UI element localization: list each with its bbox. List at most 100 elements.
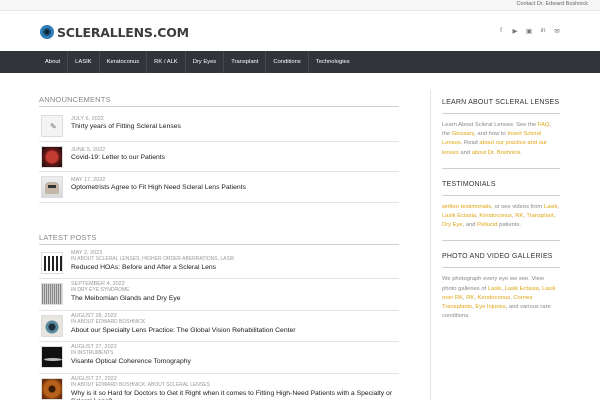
post-date: MAY 17, 2022 <box>71 177 106 183</box>
learn-widget: LEARN ABOUT SCLERAL LENSES Learn About S… <box>442 98 560 169</box>
transplant-video-link[interactable]: Transplant <box>526 213 553 219</box>
faq-link[interactable]: FAQ <box>538 122 550 128</box>
list-item[interactable]: AUGUST 27, 2022 IN ABOUT EDWARD BOSHNICK… <box>39 374 399 400</box>
widget-text-part: Learn About Scleral Lenses: See the <box>442 122 537 128</box>
widget-text-part: and <box>460 149 471 156</box>
linkedin-icon[interactable]: in <box>540 27 546 35</box>
widget-text-part: , and <box>462 222 476 229</box>
nav-item-keratoconus[interactable]: Keratoconus <box>100 51 148 73</box>
logo-text: SCLERALLENS.COM <box>57 24 189 40</box>
post-thumbnail[interactable] <box>41 176 63 198</box>
widget-text-part: patients. <box>499 222 522 229</box>
widget-text-part: , and how to <box>474 131 506 138</box>
nav-item-dry-eyes[interactable]: Dry Eyes <box>186 51 225 73</box>
site-header: SCLERALLENS.COM f ▶ ▣ in ✉ <box>0 11 600 51</box>
post-title-link[interactable]: The Meibomian Glands and Dry Eye <box>71 295 181 304</box>
contact-link[interactable]: Contact Dr. Edward Boshnick <box>516 1 588 7</box>
pencil-icon: ✎ <box>41 115 63 137</box>
post-title-link[interactable]: About our Specialty Lens Practice: The G… <box>71 327 296 336</box>
post-title-link[interactable]: Why is it so Hard for Doctors to Get it … <box>71 390 401 400</box>
widget-text-part: , <box>472 304 474 311</box>
post-thumbnail[interactable] <box>41 377 63 400</box>
post-categories[interactable]: IN DRY EYE SYNDROME <box>71 287 129 293</box>
testimonials-widget: TESTIMONIALS written testimonials, or se… <box>442 180 560 242</box>
widget-title: LEARN ABOUT SCLERAL LENSES <box>442 98 560 114</box>
nav-item-conditions[interactable]: Conditions <box>266 51 309 73</box>
post-title-link[interactable]: Reduced HOAs: Before and After a Scleral… <box>71 264 216 273</box>
twitter-icon[interactable]: ✉ <box>554 27 560 35</box>
post-title-link[interactable]: Optometrists Agree to Fit High Need Scle… <box>71 184 246 191</box>
widget-text-part: , <box>523 213 525 220</box>
lasik-video-link[interactable]: Lasik <box>544 204 558 210</box>
post-date: JULY 6, 2022 <box>71 116 104 122</box>
list-item[interactable]: AUGUST 27, 2022 IN INSTRUMENTS Visante O… <box>39 342 399 374</box>
gallery-lasik-ectasia-link[interactable]: Lasik Ectasia <box>505 286 539 292</box>
latest-posts-heading: LATEST POSTS <box>39 233 399 245</box>
nav-item-lasik[interactable]: LASIK <box>68 51 100 73</box>
list-item[interactable]: MAY 17, 2022 Optometrists Agree to Fit H… <box>39 172 399 203</box>
post-title-link[interactable]: Thirty years of Fitting Scleral Lenses <box>71 123 181 130</box>
post-thumbnail[interactable] <box>41 314 63 337</box>
nav-item-transplant[interactable]: Transplant <box>224 51 267 73</box>
about-doctor-link[interactable]: about Dr. Boshnick <box>472 150 521 156</box>
widget-text-part: , <box>553 213 556 220</box>
gallery-keratoconus-link[interactable]: Keratoconus <box>478 295 511 301</box>
nav-item-technologies[interactable]: Technologies <box>309 51 357 73</box>
widget-text: We photograph every eye we see. View pho… <box>442 275 560 321</box>
glossary-link[interactable]: Glossary <box>452 131 474 137</box>
announcements-heading: ANNOUNCEMENTS <box>39 95 399 107</box>
main-content: ANNOUNCEMENTS ✎ JULY 6, 2022 Thirty year… <box>39 95 399 400</box>
widget-title: PHOTO AND VIDEO GALLERIES <box>442 252 560 269</box>
post-title-link[interactable]: Covid-19: Letter to our Patients <box>71 154 165 161</box>
keratoconus-video-link[interactable]: Keratoconus <box>479 213 512 219</box>
announcements-list: ✎ JULY 6, 2022 Thirty years of Fitting S… <box>39 111 399 203</box>
list-item[interactable]: SEPTEMBER 4, 2022 IN DRY EYE SYNDROME Th… <box>39 279 399 311</box>
latest-posts-list: MAY 2, 2023 IN ABOUT SCLERAL LENSES, HIG… <box>39 248 399 400</box>
post-categories[interactable]: IN INSTRUMENTS <box>71 350 114 356</box>
social-links: f ▶ ▣ in ✉ <box>498 27 560 35</box>
widget-text-part: , <box>510 294 512 301</box>
widget-text-part: , <box>557 203 559 210</box>
post-categories[interactable]: IN ABOUT EDWARD BOSHNICK <box>71 319 145 325</box>
nav-item-about[interactable]: About <box>38 51 69 73</box>
list-item[interactable]: AUGUST 28, 2022 IN ABOUT EDWARD BOSHNICK… <box>39 311 399 342</box>
widget-title: TESTIMONIALS <box>442 180 560 196</box>
widget-text-part: . <box>520 149 522 156</box>
lasik-ectasia-video-link[interactable]: Lasik Ectasia <box>442 213 476 219</box>
dry-eye-video-link[interactable]: Dry Eye <box>442 222 463 228</box>
post-categories[interactable]: IN ABOUT SCLERAL LENSES, HIGHER ORDER AB… <box>71 256 235 262</box>
widget-text-part: , <box>511 213 514 220</box>
gallery-widget: PHOTO AND VIDEO GALLERIES We photograph … <box>442 252 560 331</box>
post-thumbnail[interactable] <box>41 145 63 168</box>
widget-text-part: , <box>462 294 465 301</box>
main-nav: About LASIK Keratoconus RK / ALK Dry Eye… <box>0 51 600 73</box>
post-date: JUNE 5, 2022 <box>71 146 106 153</box>
list-item[interactable]: ✎ JULY 6, 2022 Thirty years of Fitting S… <box>39 111 399 142</box>
facebook-icon[interactable]: f <box>498 27 504 35</box>
youtube-icon[interactable]: ▶ <box>512 27 518 35</box>
written-testimonials-link[interactable]: written testimonials <box>442 204 491 210</box>
post-thumbnail[interactable] <box>41 346 63 368</box>
widget-text-part: , <box>501 285 503 292</box>
post-thumbnail[interactable] <box>41 283 63 305</box>
top-utility-bar: Contact Dr. Edward Boshnick <box>0 0 600 11</box>
widget-text-part: , <box>474 294 476 301</box>
post-thumbnail[interactable] <box>41 251 63 274</box>
post-categories[interactable]: IN ABOUT EDWARD BOSHNICK, ABOUT SCLERAL … <box>71 382 210 388</box>
sidebar-divider <box>430 90 431 400</box>
widget-text-part: , <box>538 285 541 292</box>
list-item[interactable]: MAY 2, 2023 IN ABOUT SCLERAL LENSES, HIG… <box>39 248 399 279</box>
post-title-link[interactable]: Visante Optical Coherence Tomography <box>71 358 191 367</box>
gallery-eye-injuries-link[interactable]: Eye Injuries <box>475 304 505 310</box>
pellucid-video-link[interactable]: Pellucid <box>477 222 497 228</box>
nav-item-rk-alk[interactable]: RK / ALK <box>147 51 186 73</box>
widget-text: Learn About Scleral Lenses: See the FAQ,… <box>442 121 560 158</box>
list-item[interactable]: JUNE 5, 2022 Covid-19: Letter to our Pat… <box>39 142 399 172</box>
instagram-icon[interactable]: ▣ <box>526 27 532 35</box>
gallery-lasik-link[interactable]: Lasik <box>488 286 502 292</box>
eye-logo-icon <box>40 25 54 39</box>
widget-text: written testimonials, or see videos from… <box>442 203 560 231</box>
widget-text-part: , or see videos from <box>491 203 543 210</box>
site-logo[interactable]: SCLERALLENS.COM <box>40 23 189 41</box>
widget-text-part: , <box>476 213 478 220</box>
